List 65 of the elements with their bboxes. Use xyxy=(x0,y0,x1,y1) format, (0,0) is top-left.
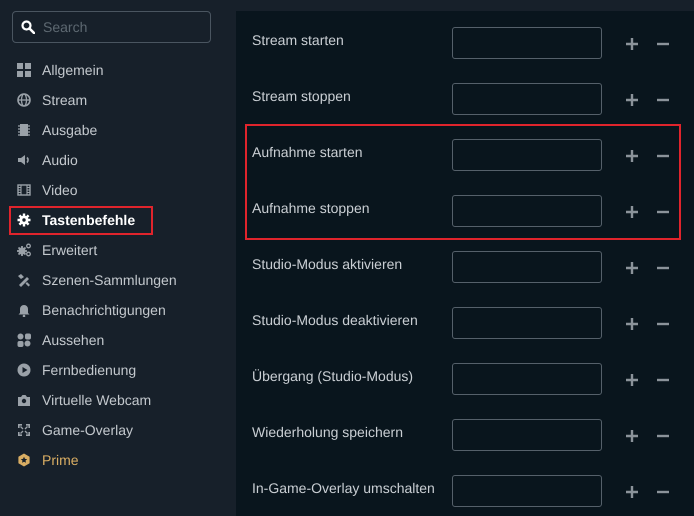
camera-icon xyxy=(17,393,31,407)
add-button[interactable] xyxy=(625,205,639,219)
sidebar-item[interactable]: Game-Overlay xyxy=(17,418,138,442)
sidebar-item[interactable]: Erweitert xyxy=(17,238,102,262)
hotkey-field[interactable] xyxy=(452,251,602,283)
hotkey-label: Übergang (Studio-Modus) xyxy=(252,367,414,386)
hotkey-field[interactable] xyxy=(452,27,602,59)
hotkey-field[interactable] xyxy=(452,195,602,227)
plus-icon xyxy=(625,485,639,499)
plus-icon xyxy=(625,429,639,443)
hotkey-field[interactable] xyxy=(452,475,602,507)
play-icon xyxy=(17,363,31,377)
star-badge-icon xyxy=(17,453,31,467)
add-button[interactable] xyxy=(625,37,639,51)
plus-icon xyxy=(625,37,639,51)
plus-icon xyxy=(625,149,639,163)
hotkey-label: Stream starten xyxy=(252,31,345,50)
speaker-icon xyxy=(17,153,31,167)
hotkey-field[interactable] xyxy=(452,139,602,171)
sidebar-item[interactable]: Fernbedienung xyxy=(17,358,140,382)
hotkey-field[interactable] xyxy=(452,363,602,395)
hotkey-label: In-Game-Overlay umschalten xyxy=(252,479,436,498)
tools-icon xyxy=(17,273,31,287)
search-field[interactable]: Search xyxy=(12,11,211,43)
add-button[interactable] xyxy=(625,149,639,163)
sidebar-item[interactable]: Video xyxy=(17,178,82,202)
sidebar-item[interactable]: Audio xyxy=(17,148,82,172)
plus-icon xyxy=(625,373,639,387)
hotkey-label: Aufnahme starten xyxy=(252,143,364,162)
plus-icon xyxy=(625,93,639,107)
hotkey-label: Studio-Modus deaktivieren xyxy=(252,311,419,330)
hotkey-field[interactable] xyxy=(452,419,602,451)
hotkey-label: Wiederholung speichern xyxy=(252,423,404,442)
grid-icon xyxy=(17,63,31,77)
plus-icon xyxy=(625,261,639,275)
hotkey-label: Stream stoppen xyxy=(252,87,352,106)
sidebar-item[interactable]: Tastenbefehle xyxy=(9,206,154,234)
add-button[interactable] xyxy=(625,93,639,107)
sidebar-item[interactable]: Ausgabe xyxy=(17,118,102,142)
sidebar-item[interactable]: Stream xyxy=(17,88,92,112)
hotkey-label: Studio-Modus aktivieren xyxy=(252,255,404,274)
hotkey-label: Aufnahme stoppen xyxy=(252,199,371,218)
plus-icon xyxy=(625,205,639,219)
add-button[interactable] xyxy=(625,485,639,499)
gears-icon xyxy=(17,243,31,257)
sidebar-item[interactable]: Allgemein xyxy=(17,58,108,82)
plus-icon xyxy=(625,317,639,331)
add-button[interactable] xyxy=(625,261,639,275)
chip-icon xyxy=(17,123,31,137)
sidebar-item[interactable]: Benachrichtigungen xyxy=(17,298,170,322)
film-icon xyxy=(17,183,31,197)
hotkey-field[interactable] xyxy=(452,83,602,115)
gear-icon xyxy=(17,213,31,227)
sidebar-item[interactable]: Szenen-Sammlungen xyxy=(17,268,181,292)
add-button[interactable] xyxy=(625,429,639,443)
add-button[interactable] xyxy=(625,317,639,331)
bell-icon xyxy=(17,303,31,317)
expand-icon xyxy=(17,423,31,437)
hotkey-field[interactable] xyxy=(452,307,602,339)
shapes-icon xyxy=(17,333,31,347)
globe-icon xyxy=(17,93,31,107)
sidebar-item[interactable]: Aussehen xyxy=(17,328,108,352)
sidebar-item[interactable]: Virtuelle Webcam xyxy=(17,388,156,412)
sidebar-item[interactable]: Prime xyxy=(17,448,83,472)
add-button[interactable] xyxy=(625,373,639,387)
